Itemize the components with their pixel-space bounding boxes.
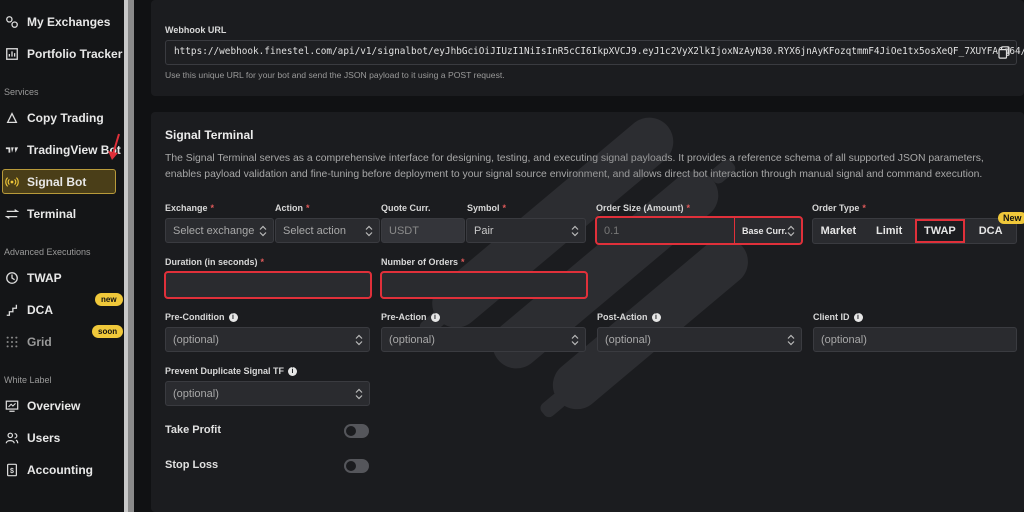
sidebar-section-advanced: Advanced Executions (4, 247, 91, 257)
sidebar: My Exchanges Portfolio Tracker Services … (0, 0, 124, 512)
chevron-updown-icon (355, 388, 363, 400)
symbol-select[interactable]: Pair (466, 218, 586, 243)
stop-loss-toggle[interactable] (344, 459, 369, 473)
sidebar-section-white-label: White Label (4, 375, 52, 385)
sidebar-item-dca[interactable]: DCA (4, 298, 53, 322)
action-label: Action * (275, 203, 310, 213)
webhook-label: Webhook URL (165, 25, 227, 35)
sidebar-item-label: My Exchanges (27, 15, 111, 29)
annotation-arrow-icon (108, 133, 120, 160)
info-icon[interactable]: i (228, 313, 238, 323)
sidebar-section-services: Services (4, 87, 39, 97)
terminal-icon (4, 206, 20, 222)
order-type-new-badge: New (998, 212, 1024, 224)
post-action-label: Post-Action i (597, 312, 661, 323)
sidebar-item-twap[interactable]: TWAP (4, 266, 62, 290)
webhook-url-text: https://webhook.finestel.com/api/v1/sign… (174, 46, 1024, 57)
pre-action-label: Pre-Action i (381, 312, 440, 323)
duration-label: Duration (in seconds) * (165, 257, 265, 267)
tradingview-icon (4, 142, 20, 158)
order-type-segmented-control: Market Limit TWAP DCA (812, 218, 1017, 244)
stop-loss-label: Stop Loss (165, 459, 219, 471)
sidebar-item-label: TWAP (27, 271, 62, 285)
order-type-twap[interactable]: TWAP (914, 219, 966, 243)
clock-icon (4, 270, 20, 286)
sidebar-item-label: Portfolio Tracker (27, 47, 123, 61)
copy-icon[interactable] (998, 46, 1010, 59)
sidebar-item-copy-trading[interactable]: Copy Trading (4, 106, 104, 130)
sidebar-item-label: Grid (27, 335, 52, 349)
sidebar-item-signal-bot[interactable]: Signal Bot (4, 170, 86, 194)
symbol-label: Symbol * (467, 203, 507, 213)
pre-action-select[interactable]: (optional) (381, 327, 586, 352)
chevron-updown-icon (355, 334, 363, 346)
number-of-orders-label: Number of Orders * (381, 257, 465, 267)
take-profit-label: Take Profit (165, 424, 222, 436)
order-type-market[interactable]: Market (813, 219, 864, 243)
prevent-duplicate-select[interactable]: (optional) (165, 381, 370, 406)
order-type-limit[interactable]: Limit (864, 219, 915, 243)
number-of-orders-input[interactable] (380, 271, 588, 299)
exchange-select[interactable]: Select exchange (165, 218, 274, 243)
signal-icon (4, 174, 20, 190)
soon-badge: soon (92, 325, 124, 338)
client-id-label: Client ID i (813, 312, 863, 323)
exchange-label: Exchange * (165, 203, 215, 213)
order-size-label: Order Size (Amount) * (596, 203, 691, 213)
order-type-label: Order Type * (812, 203, 866, 213)
sidebar-item-label: DCA (27, 303, 53, 317)
dca-icon (4, 302, 20, 318)
quote-currency-field: USDT (381, 218, 465, 243)
take-profit-toggle[interactable] (344, 424, 369, 438)
sidebar-item-label: Overview (27, 399, 81, 413)
sidebar-item-portfolio-tracker[interactable]: Portfolio Tracker (4, 42, 122, 66)
order-size-input[interactable]: 0.1 (597, 218, 735, 243)
sidebar-item-my-exchanges[interactable]: My Exchanges (4, 10, 110, 34)
quote-currency-label: Quote Curr. (381, 203, 431, 213)
pre-condition-select[interactable]: (optional) (165, 327, 370, 352)
order-size-unit-select[interactable]: Base Curr. (737, 218, 801, 243)
sidebar-item-overview[interactable]: Overview (4, 394, 80, 418)
post-action-select[interactable]: (optional) (597, 327, 802, 352)
info-icon[interactable]: i (853, 313, 863, 323)
info-icon[interactable]: i (288, 367, 298, 377)
chevron-updown-icon (787, 225, 795, 237)
portfolio-icon (4, 46, 20, 62)
duration-input[interactable] (164, 271, 372, 299)
prevent-duplicate-label: Prevent Duplicate Signal TF i (165, 366, 298, 377)
chevron-updown-icon (571, 225, 579, 237)
chevron-updown-icon (365, 225, 373, 237)
copy-trading-icon (4, 110, 20, 126)
chevron-updown-icon (787, 334, 795, 346)
chevron-updown-icon (571, 334, 579, 346)
info-icon[interactable]: i (430, 313, 440, 323)
action-select[interactable]: Select action (275, 218, 380, 243)
users-icon (4, 430, 20, 446)
sidebar-item-label: Copy Trading (27, 111, 104, 125)
overview-icon (4, 398, 20, 414)
order-size-group: 0.1 Base Curr. (595, 216, 803, 245)
sidebar-item-users[interactable]: Users (4, 426, 60, 450)
sidebar-item-terminal[interactable]: Terminal (4, 202, 76, 226)
new-badge: new (95, 293, 123, 306)
chevron-updown-icon (259, 225, 267, 237)
grid-icon (4, 334, 20, 350)
watermark-logo-icon (419, 117, 748, 418)
sidebar-item-label: Signal Bot (27, 175, 87, 189)
accounting-icon: $ (4, 462, 20, 478)
main-content: Webhook URL https://webhook.finestel.com… (134, 0, 1024, 512)
sidebar-item-label: Terminal (27, 207, 77, 221)
info-icon[interactable]: i (651, 313, 661, 323)
svg-text:$: $ (10, 468, 14, 475)
sidebar-item-grid[interactable]: Grid (4, 330, 52, 354)
pre-condition-label: Pre-Condition i (165, 312, 238, 323)
terminal-title: Signal Terminal (165, 128, 254, 142)
sidebar-item-label: Accounting (27, 463, 93, 477)
sidebar-item-accounting[interactable]: $ Accounting (4, 458, 93, 482)
client-id-input[interactable]: (optional) (813, 327, 1017, 352)
exchanges-icon (4, 14, 20, 30)
sidebar-item-label: Users (27, 431, 61, 445)
